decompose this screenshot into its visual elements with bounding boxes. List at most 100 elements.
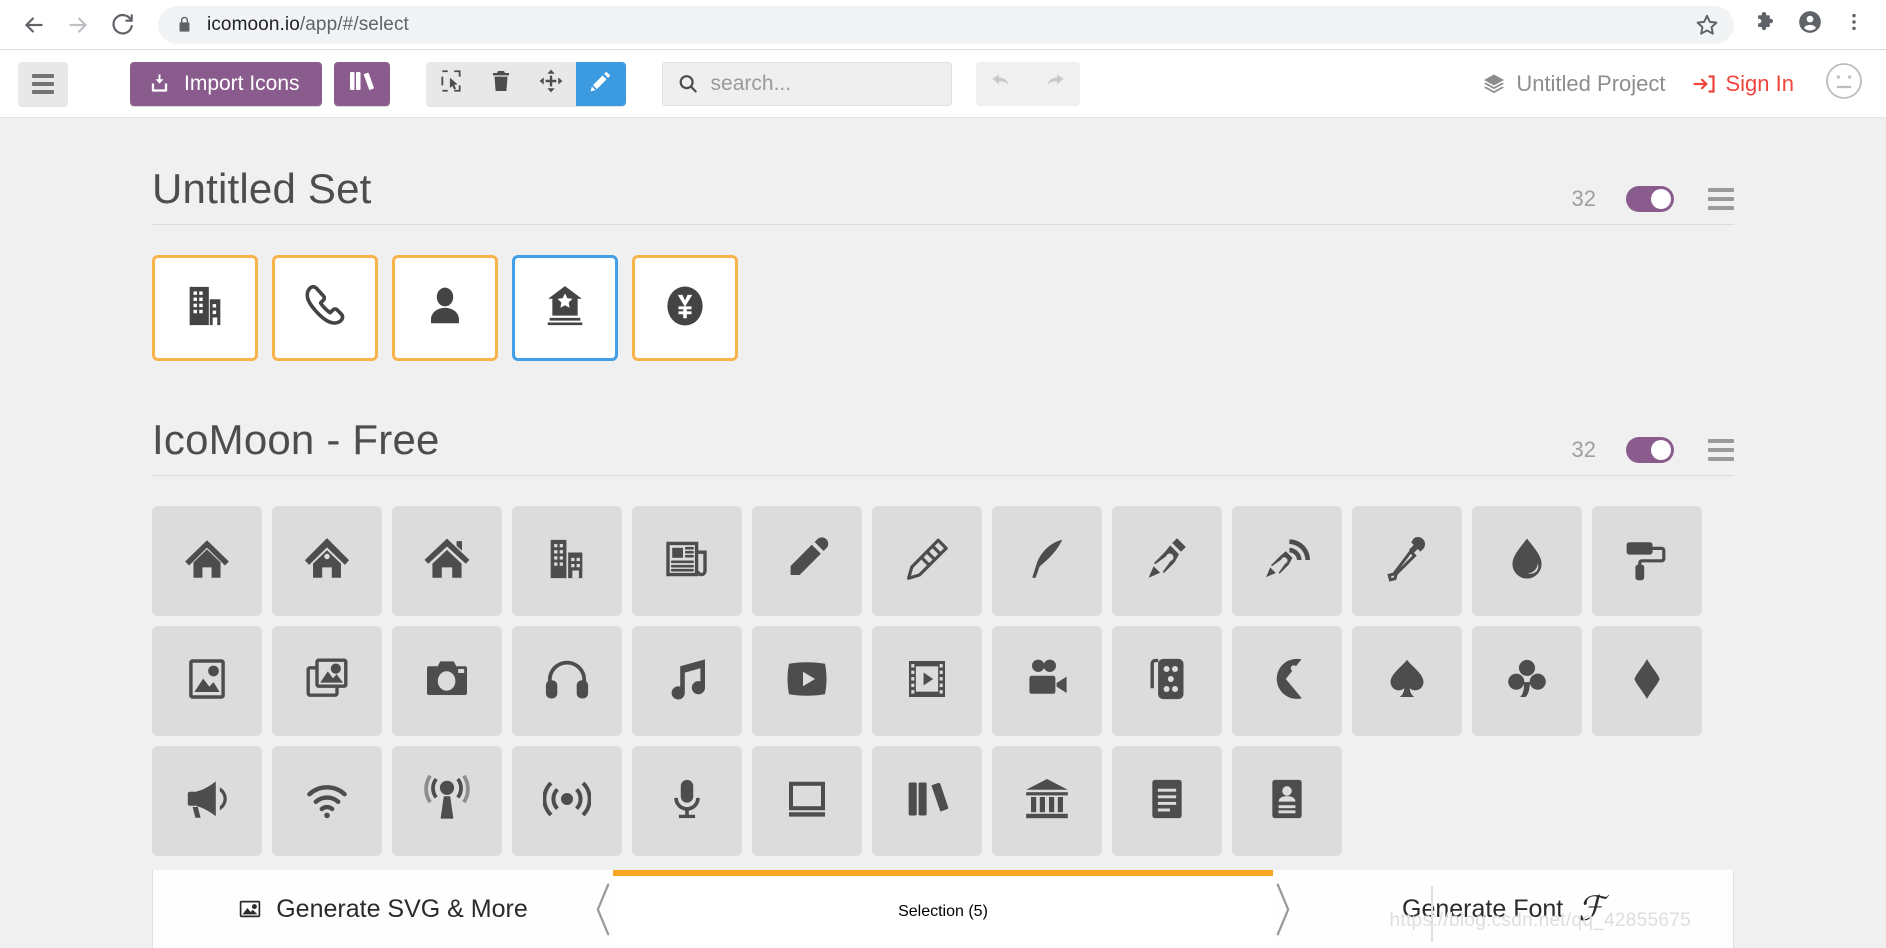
- book-icon: [783, 775, 831, 828]
- toggle-knob: [1651, 189, 1671, 210]
- video-camera-icon: [1023, 655, 1071, 708]
- icon-tile-eyedropper[interactable]: [1352, 506, 1462, 617]
- select-tool-button[interactable]: [426, 62, 476, 106]
- set-section-untitled: Untitled Set 32: [0, 118, 1886, 362]
- icon-tile-profile[interactable]: [1232, 746, 1342, 857]
- browser-menu-button[interactable]: [1832, 3, 1876, 47]
- icon-tile-music[interactable]: [632, 626, 742, 737]
- toolbar-right: Untitled Project Sign In: [1482, 61, 1886, 106]
- profile-button[interactable]: [1788, 3, 1832, 47]
- url-text: icomoon.io/app/#/select: [207, 14, 409, 36]
- icon-tile-pencil[interactable]: [752, 506, 862, 617]
- icon-tile-user[interactable]: [392, 255, 498, 362]
- icon-tile-paint-format[interactable]: [1592, 506, 1702, 617]
- address-bar[interactable]: icomoon.io/app/#/select: [158, 5, 1734, 44]
- icon-tile-headphones[interactable]: [512, 626, 622, 737]
- extensions-button[interactable]: [1744, 3, 1788, 47]
- set-title-free: IcoMoon - Free: [152, 416, 440, 464]
- neutral-face-icon: [1824, 61, 1864, 106]
- icon-tile-quill[interactable]: [992, 506, 1102, 617]
- icon-tile-office-building[interactable]: [152, 255, 258, 362]
- icon-tile-camera[interactable]: [392, 626, 502, 737]
- icon-tile-spades[interactable]: [1352, 626, 1462, 737]
- generate-svg-label: Generate SVG & More: [276, 894, 528, 923]
- forward-button[interactable]: [56, 3, 100, 47]
- project-button[interactable]: Untitled Project: [1482, 71, 1666, 97]
- icon-tile-podcast[interactable]: [392, 746, 502, 857]
- icon-tile-image[interactable]: [152, 626, 262, 737]
- icon-tile-droplet[interactable]: [1472, 506, 1582, 617]
- images-icon: [303, 655, 351, 708]
- main-menu-button[interactable]: [18, 61, 68, 106]
- icon-tile-bank-star[interactable]: [512, 255, 618, 362]
- icon-tile-connection[interactable]: [272, 746, 382, 857]
- user-icon: [422, 283, 468, 334]
- icon-tile-pencil2[interactable]: [872, 506, 982, 617]
- home2-icon: [302, 534, 352, 589]
- icon-tile-diamonds[interactable]: [1592, 626, 1702, 737]
- back-arrow-icon: [21, 12, 47, 38]
- icon-tile-blog[interactable]: [1232, 506, 1342, 617]
- icon-tile-bullhorn[interactable]: [152, 746, 262, 857]
- office-building-icon: [182, 283, 228, 334]
- icon-tile-book[interactable]: [752, 746, 862, 857]
- icon-tile-pen[interactable]: [1112, 506, 1222, 617]
- icon-tile-home[interactable]: [152, 506, 262, 617]
- set-meta: 32: [1572, 186, 1734, 213]
- set-visibility-toggle[interactable]: [1626, 186, 1674, 213]
- lock-icon: [176, 15, 193, 34]
- search-input[interactable]: [710, 71, 937, 96]
- icon-tile-mic[interactable]: [632, 746, 742, 857]
- icon-tile-phone[interactable]: [272, 255, 378, 362]
- sign-in-label: Sign In: [1725, 70, 1795, 96]
- icon-tile-newspaper[interactable]: [632, 506, 742, 617]
- url-path: /app/#/select: [299, 13, 409, 35]
- selection-tab[interactable]: Selection (5): [596, 870, 1290, 948]
- set-icon-count-free: 32: [1571, 437, 1596, 463]
- books-icon: [905, 777, 949, 826]
- import-icons-button[interactable]: Import Icons: [130, 61, 322, 106]
- pencil2-icon: [903, 535, 951, 588]
- icon-tile-home2[interactable]: [272, 506, 382, 617]
- icon-tile-play[interactable]: [752, 626, 862, 737]
- cursor-select-icon: [438, 68, 464, 99]
- icon-tile-books[interactable]: [872, 746, 982, 857]
- icon-tile-video-camera[interactable]: [992, 626, 1102, 737]
- generate-font-tab[interactable]: Generate Font ℱ: [1273, 870, 1733, 948]
- set-title: Untitled Set: [152, 165, 372, 212]
- reload-button[interactable]: [100, 3, 144, 47]
- icon-library-button[interactable]: [333, 61, 390, 106]
- set-menu-button-free[interactable]: [1708, 439, 1734, 462]
- icon-tile-office[interactable]: [512, 506, 622, 617]
- star-icon[interactable]: [1694, 12, 1720, 38]
- icon-tile-film[interactable]: [872, 626, 982, 737]
- set-visibility-toggle-free[interactable]: [1626, 437, 1674, 464]
- account-face-button[interactable]: [1824, 61, 1864, 106]
- undo-button[interactable]: [976, 62, 1028, 106]
- set-menu-button[interactable]: [1708, 188, 1734, 211]
- paint-format-icon: [1623, 535, 1671, 588]
- icon-tile-dice[interactable]: [1112, 626, 1222, 737]
- icon-tile-feed[interactable]: [512, 746, 622, 857]
- pencil-edit-icon: [588, 69, 613, 99]
- move-tool-button[interactable]: [526, 62, 576, 106]
- search-box[interactable]: [661, 61, 952, 106]
- icon-tile-pacman[interactable]: [1232, 626, 1342, 737]
- reload-icon: [109, 12, 135, 38]
- phone-icon: [302, 283, 348, 334]
- edit-tool-button[interactable]: [575, 61, 626, 106]
- icon-tile-home3[interactable]: [392, 506, 502, 617]
- redo-button[interactable]: [1028, 62, 1080, 106]
- delete-tool-button[interactable]: [476, 62, 526, 106]
- newspaper-icon: [663, 535, 711, 588]
- sign-in-button[interactable]: Sign In: [1692, 70, 1795, 97]
- generate-svg-tab[interactable]: Generate SVG & More: [153, 870, 613, 948]
- chevron-right-icon[interactable]: [1269, 879, 1297, 946]
- back-button[interactable]: [12, 3, 56, 47]
- icon-tile-images[interactable]: [272, 626, 382, 737]
- icon-tile-clubs[interactable]: [1472, 626, 1582, 737]
- icon-tile-library[interactable]: [992, 746, 1102, 857]
- chevron-left-icon[interactable]: [589, 879, 617, 946]
- icon-tile-yen-circle[interactable]: [632, 255, 738, 362]
- icon-tile-file-text[interactable]: [1112, 746, 1222, 857]
